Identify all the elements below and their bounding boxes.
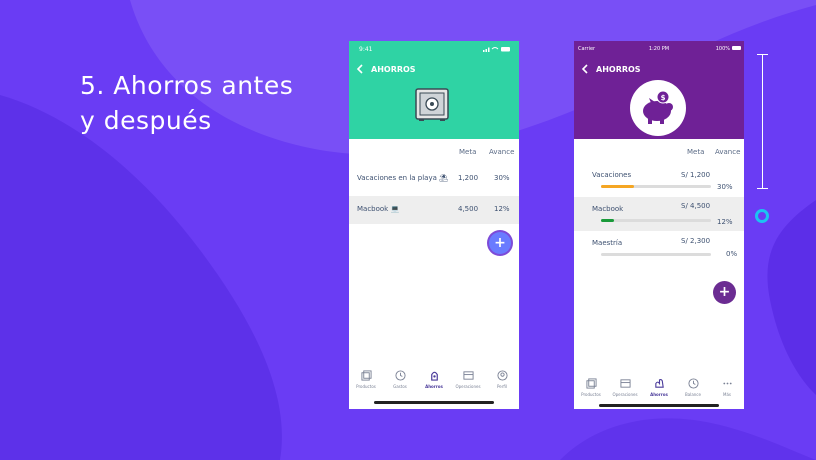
row-name: Vacaciones en la playa ⛱	[357, 174, 449, 182]
tab-perfil[interactable]: Perfil	[485, 367, 519, 401]
phone-after: Carrier 1:20 PM 100% AHORROS $ Meta Avan…	[574, 41, 744, 409]
slide-title: 5. Ahorros antes y después	[80, 68, 293, 138]
piggy-bank-icon: $	[630, 80, 686, 136]
tab-balance[interactable]: Balance	[676, 375, 710, 401]
tab-operaciones[interactable]: Operaciones	[451, 367, 485, 401]
row-goal: 4,500	[458, 205, 479, 213]
add-saving-button[interactable]: +	[489, 232, 511, 254]
status-battery: 100%	[715, 46, 730, 52]
piggy-icon	[654, 378, 664, 388]
col-goal-header: Meta	[459, 148, 477, 156]
page-title: AHORROS	[596, 65, 641, 74]
tab-label: Ahorros	[650, 392, 668, 397]
cards-icon	[585, 378, 597, 389]
more-icon	[722, 382, 732, 385]
tab-mas[interactable]: Más	[710, 375, 744, 401]
status-icons	[483, 46, 511, 54]
row-name: Vacaciones	[592, 171, 632, 179]
slide: 5. Ahorros antes y después 9:41 AHORROS	[0, 0, 816, 460]
tab-productos[interactable]: Productos	[574, 375, 608, 401]
row-progress: 12%	[494, 205, 510, 213]
progress-bar	[601, 253, 711, 256]
list-item[interactable]: Maestría S/ 2,300 0%	[574, 231, 744, 265]
status-time: 9:41	[359, 46, 373, 53]
row-progress: 12%	[717, 218, 733, 226]
slide-title-line1: 5. Ahorros antes	[80, 71, 294, 100]
chevron-left-icon[interactable]	[356, 64, 366, 76]
plus-icon: +	[494, 235, 506, 251]
tab-label: Productos	[356, 384, 376, 389]
clock-icon	[687, 378, 699, 389]
wallet-icon	[619, 379, 631, 388]
list-item[interactable]: Macbook 💻 4,500 12%	[349, 196, 519, 224]
chevron-left-icon[interactable]	[581, 64, 591, 76]
tab-gastos[interactable]: Gastos	[383, 367, 417, 401]
row-name: Macbook 💻	[357, 205, 400, 213]
row-progress: 30%	[494, 174, 510, 182]
plus-icon: +	[718, 284, 731, 300]
page-title: AHORROS	[371, 65, 416, 74]
list-item[interactable]: Vacaciones S/ 1,200 30%	[574, 163, 744, 197]
ring-icon	[755, 209, 769, 223]
list-item[interactable]: Vacaciones en la playa ⛱ 1,200 30%	[349, 166, 519, 188]
progress-fill	[601, 185, 634, 188]
row-goal: S/ 4,500	[681, 202, 711, 210]
measure-line	[762, 54, 763, 188]
home-indicator	[374, 401, 494, 404]
piggy-icon	[430, 371, 438, 381]
svg-text:$: $	[661, 94, 666, 102]
tab-label: Más	[723, 392, 731, 397]
tab-label: Productos	[581, 392, 601, 397]
row-name: Maestría	[592, 239, 623, 247]
safe-icon	[415, 88, 449, 121]
row-name: Macbook	[592, 205, 624, 213]
row-goal: S/ 1,200	[681, 171, 711, 179]
tab-operaciones[interactable]: Operaciones	[608, 375, 642, 401]
tab-label: Operaciones	[612, 392, 638, 397]
battery-icon	[732, 46, 741, 50]
phone-before: 9:41 AHORROS Meta Avance Vacaciones en l…	[349, 41, 519, 409]
add-saving-button[interactable]: +	[713, 281, 736, 304]
measure-cap-bottom	[757, 188, 768, 189]
tab-label: Perfil	[496, 384, 507, 389]
tab-label: Gastos	[393, 384, 407, 389]
col-goal-header: Meta	[687, 148, 705, 156]
col-progress-header: Avance	[489, 148, 515, 156]
tab-label: Balance	[685, 392, 701, 397]
col-progress-header: Avance	[715, 148, 741, 156]
clock-icon	[394, 370, 406, 381]
tab-label: Ahorros	[425, 384, 443, 389]
wallet-icon	[462, 371, 474, 380]
tab-ahorros[interactable]: Ahorros	[642, 375, 676, 401]
status-bar: Carrier 1:20 PM 100%	[574, 41, 744, 59]
row-goal: 1,200	[458, 174, 479, 182]
progress-bar	[601, 185, 711, 188]
row-goal: S/ 2,300	[681, 237, 711, 245]
tab-ahorros[interactable]: Ahorros	[417, 367, 451, 401]
progress-fill	[601, 219, 615, 222]
tab-productos[interactable]: Productos	[349, 367, 383, 401]
slide-title-line2: y después	[80, 106, 212, 135]
progress-bar	[601, 219, 711, 222]
status-bar: 9:41	[349, 41, 519, 59]
cards-icon	[360, 370, 372, 381]
row-progress: 30%	[717, 183, 733, 191]
tab-bar: Productos Operaciones Ahorros Balance Má…	[574, 375, 744, 401]
profile-icon	[496, 370, 508, 381]
row-progress: 0%	[726, 250, 738, 258]
tab-bar: Productos Gastos Ahorros Operaciones Per…	[349, 367, 519, 401]
tab-label: Operaciones	[455, 384, 481, 389]
home-indicator	[599, 404, 719, 407]
list-item[interactable]: Macbook S/ 4,500 12%	[574, 197, 744, 231]
